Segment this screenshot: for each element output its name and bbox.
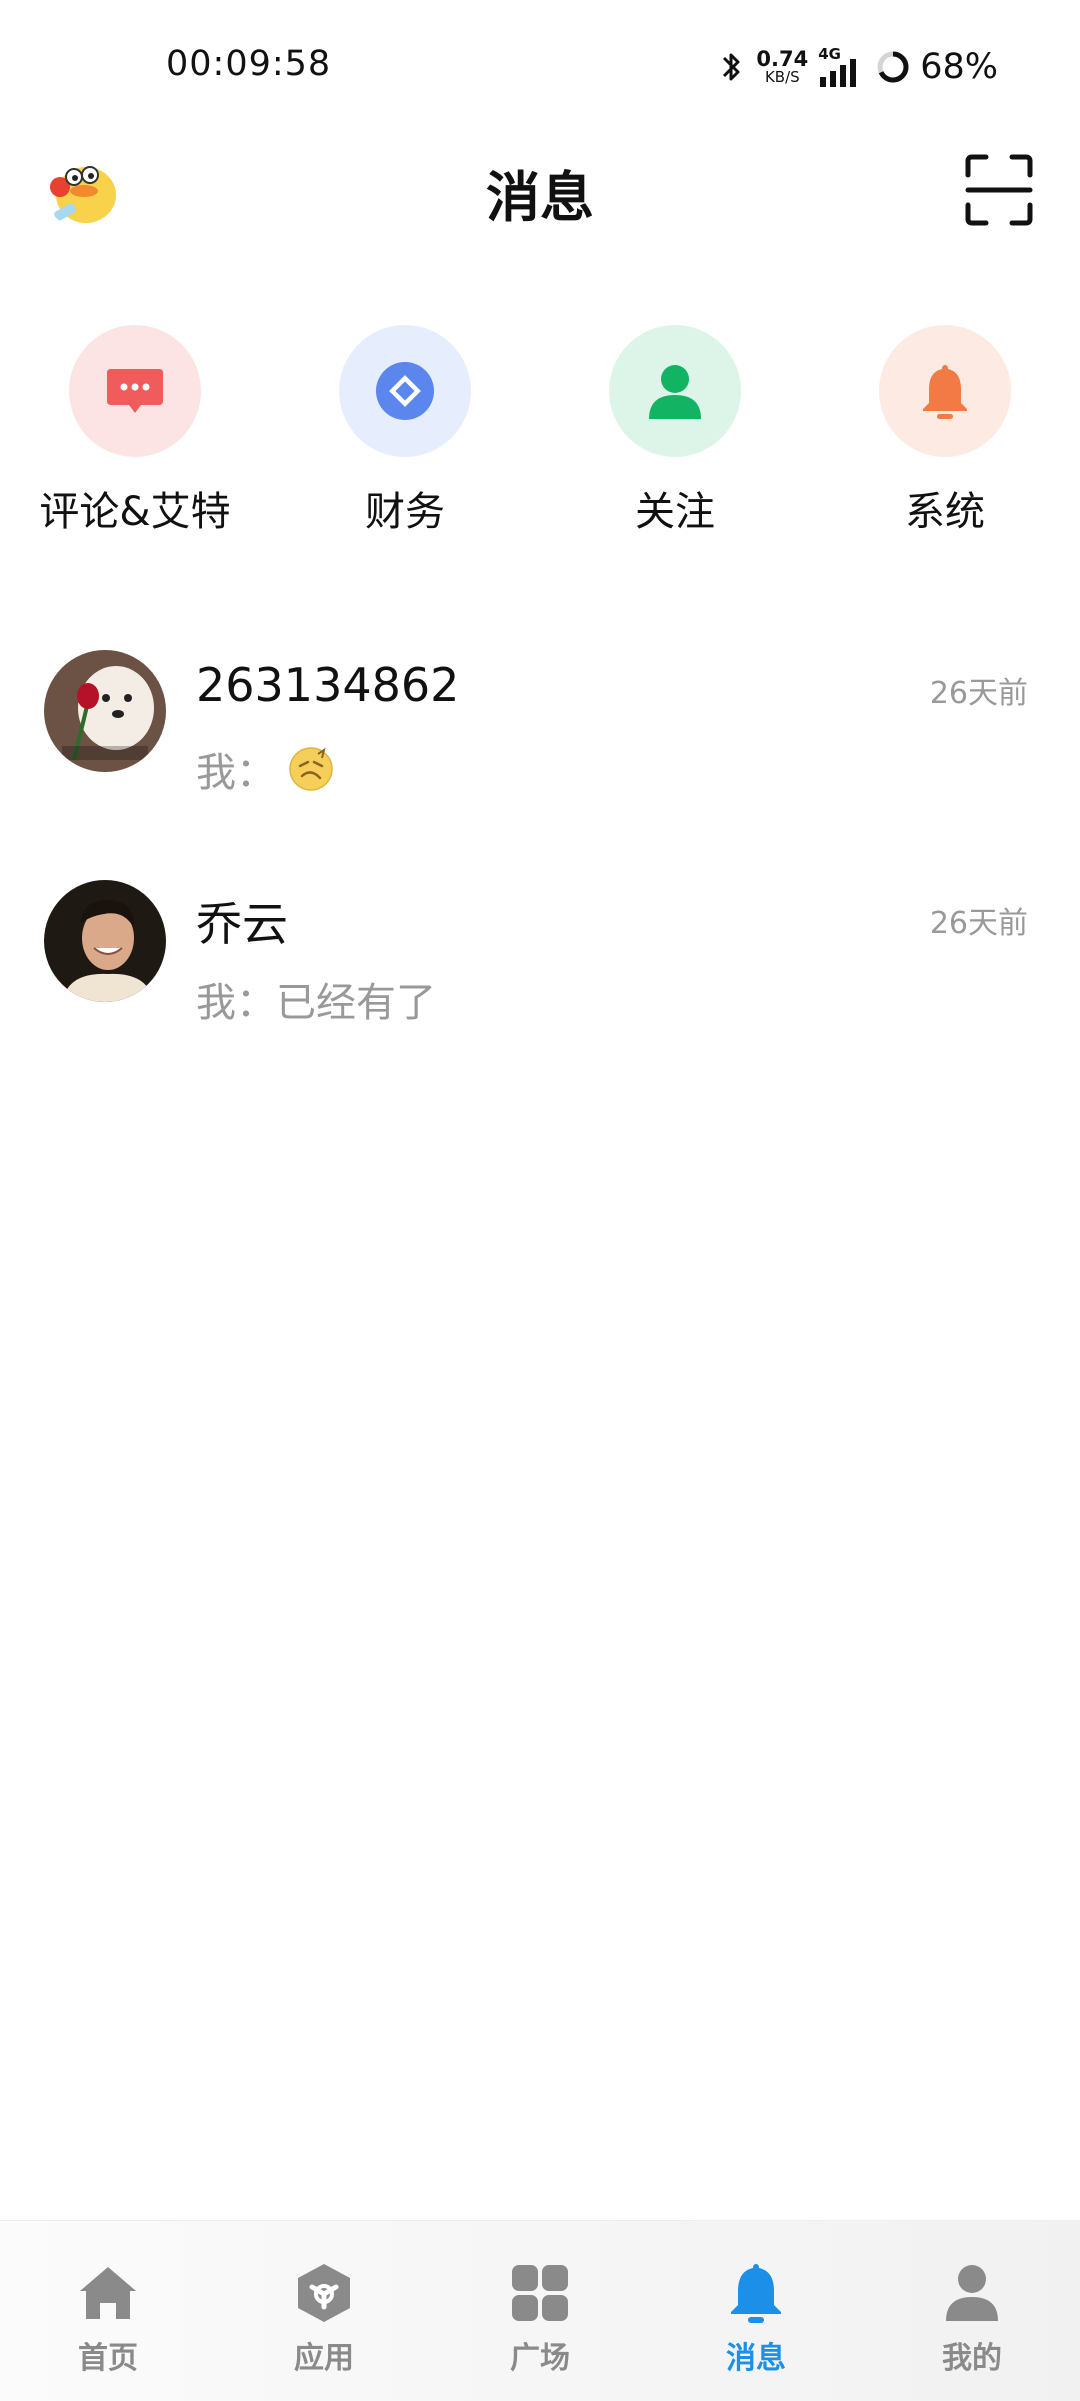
follow-icon-badge (609, 325, 741, 457)
home-icon (80, 2267, 136, 2319)
message-preview: 我： 已经有了 (196, 970, 436, 1028)
category-follow[interactable]: 关注 (560, 325, 790, 537)
category-label: 财务 (365, 489, 445, 535)
scan-button[interactable] (960, 151, 1038, 229)
finance-icon-badge (339, 325, 471, 457)
nav-profile[interactable]: 我的 (864, 2261, 1080, 2377)
bottom-navigation: 首页 应用 广场 消息 我的 (0, 2220, 1080, 2401)
message-time: 26天前 (929, 906, 1028, 941)
category-label: 关注 (635, 489, 715, 535)
nav-label: 应用 (294, 2341, 354, 2376)
finance-icon (376, 362, 434, 420)
comment-icon-badge (69, 325, 201, 457)
message-categories: 评论&艾特 财务 关注 系统 (0, 325, 1080, 555)
bluetooth-icon (723, 53, 740, 81)
message-time: 26天前 (929, 676, 1028, 711)
network-speed: 0.74 KB/S (756, 49, 808, 85)
preview-text: 已经有了 (276, 980, 436, 1026)
nav-label: 广场 (510, 2341, 570, 2376)
nav-label: 消息 (726, 2341, 786, 2376)
conversation-item[interactable]: 乔云 我： 已经有了 26天前 (0, 880, 1080, 1080)
preview-prefix: 我： (196, 750, 276, 796)
grid-icon (512, 2265, 568, 2321)
network-speed-unit: KB/S (764, 68, 800, 86)
nav-messages[interactable]: 消息 (648, 2261, 864, 2377)
follow-icon (649, 365, 701, 419)
dog-with-rose-avatar-icon (44, 650, 166, 772)
contact-avatar (44, 880, 166, 1002)
battery-percentage: 68% (920, 47, 998, 87)
bell-icon (923, 365, 967, 419)
signal-icon: 4G (818, 45, 866, 87)
bell-icon (731, 2264, 781, 2323)
network-speed-value: 0.74 (756, 47, 809, 71)
contact-name: 263134862 (196, 658, 460, 712)
nav-label: 首页 (78, 2341, 138, 2376)
preview-prefix: 我： (196, 980, 276, 1026)
nav-plaza[interactable]: 广场 (432, 2261, 648, 2377)
contact-avatar (44, 650, 166, 772)
category-finance[interactable]: 财务 (290, 325, 520, 537)
contact-name: 乔云 (196, 897, 288, 951)
category-label: 系统 (905, 489, 985, 535)
emoji-icon (289, 747, 333, 791)
nav-label: 我的 (942, 2341, 1002, 2376)
apps-cube-icon (298, 2264, 350, 2322)
nav-home[interactable]: 首页 (0, 2261, 216, 2377)
battery-icon (877, 51, 909, 83)
status-indicators: 0.74 KB/S 4G 68% (716, 42, 998, 92)
status-time: 00:09:58 (166, 44, 332, 84)
man-portrait-avatar-icon (44, 880, 166, 1002)
scan-icon (965, 154, 1033, 226)
profile-icon (946, 2265, 998, 2321)
bell-icon-badge (879, 325, 1011, 457)
header: 消息 (0, 135, 1080, 245)
category-label: 评论&艾特 (39, 489, 231, 535)
status-bar: 00:09:58 0.74 KB/S 4G 68% (0, 0, 1080, 135)
nav-apps[interactable]: 应用 (216, 2261, 432, 2377)
comment-icon (107, 369, 163, 413)
category-comments[interactable]: 评论&艾特 (20, 325, 250, 537)
message-preview: 我： (196, 740, 334, 798)
category-system[interactable]: 系统 (830, 325, 1060, 537)
page-title: 消息 (486, 166, 594, 229)
conversation-item[interactable]: 263134862 我： 26天前 (0, 650, 1080, 850)
